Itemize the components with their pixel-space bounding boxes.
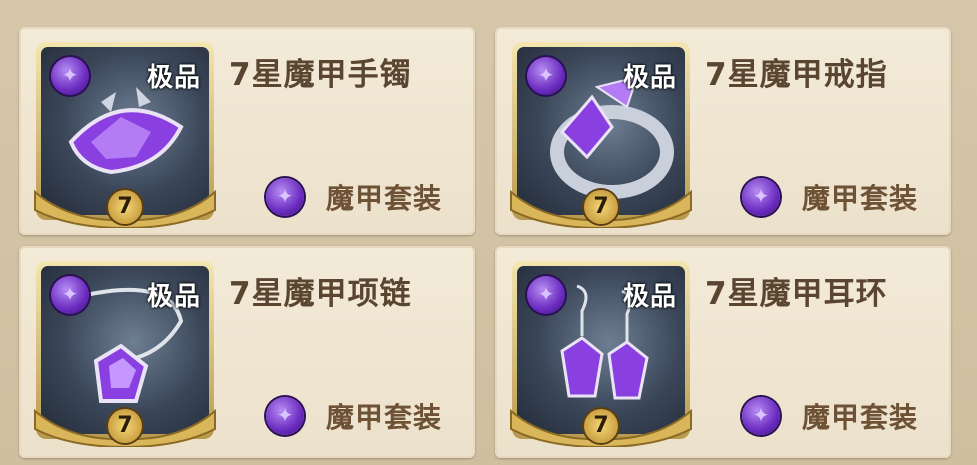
set-label: 魔甲套装: [802, 401, 919, 434]
set-label: 魔甲套装: [802, 182, 919, 215]
item-card-necklace[interactable]: 极品 7 7星魔甲项链 魔甲套装: [19, 246, 475, 458]
star-level-badge: 7: [108, 190, 142, 224]
item-icon-frame[interactable]: 极品 7: [34, 261, 216, 447]
item-card-earring[interactable]: 极品 7 7星魔甲耳环 魔甲套装: [495, 246, 951, 458]
set-emblem-icon: [51, 57, 89, 95]
set-info[interactable]: 魔甲套装: [266, 396, 442, 436]
set-emblem-icon: [266, 397, 304, 435]
set-emblem-icon: [742, 178, 780, 216]
set-emblem-icon: [51, 276, 89, 314]
set-emblem-icon: [527, 276, 565, 314]
item-title: 7星魔甲项链: [229, 276, 412, 312]
grade-label: 极品: [146, 282, 201, 312]
set-emblem-icon: [527, 57, 565, 95]
grade-label: 极品: [622, 282, 677, 312]
item-icon-frame[interactable]: 极品 7: [510, 261, 692, 447]
set-label: 魔甲套装: [326, 182, 443, 215]
item-title: 7星魔甲耳环: [705, 276, 888, 312]
item-card-ring[interactable]: 极品 7 7星魔甲戒指 魔甲套装: [495, 27, 951, 235]
set-emblem-icon: [742, 397, 780, 435]
item-title: 7星魔甲手镯: [229, 57, 412, 93]
set-info[interactable]: 魔甲套装: [742, 396, 918, 436]
set-emblem-icon: [266, 178, 304, 216]
star-level-badge: 7: [108, 409, 142, 443]
grade-label: 极品: [146, 63, 201, 93]
item-title: 7星魔甲戒指: [705, 57, 888, 93]
set-label: 魔甲套装: [326, 401, 443, 434]
star-level-badge: 7: [584, 409, 618, 443]
grade-label: 极品: [622, 63, 677, 93]
set-info[interactable]: 魔甲套装: [266, 177, 442, 217]
item-icon-frame[interactable]: 极品 7: [34, 42, 216, 228]
item-card-bracelet[interactable]: 极品 7 7星魔甲手镯 魔甲套装: [19, 27, 475, 235]
item-icon-frame[interactable]: 极品 7: [510, 42, 692, 228]
equipment-panel: 极品 7 7星魔甲手镯 魔甲套装 极品: [0, 0, 977, 465]
star-level-badge: 7: [584, 190, 618, 224]
set-info[interactable]: 魔甲套装: [742, 177, 918, 217]
